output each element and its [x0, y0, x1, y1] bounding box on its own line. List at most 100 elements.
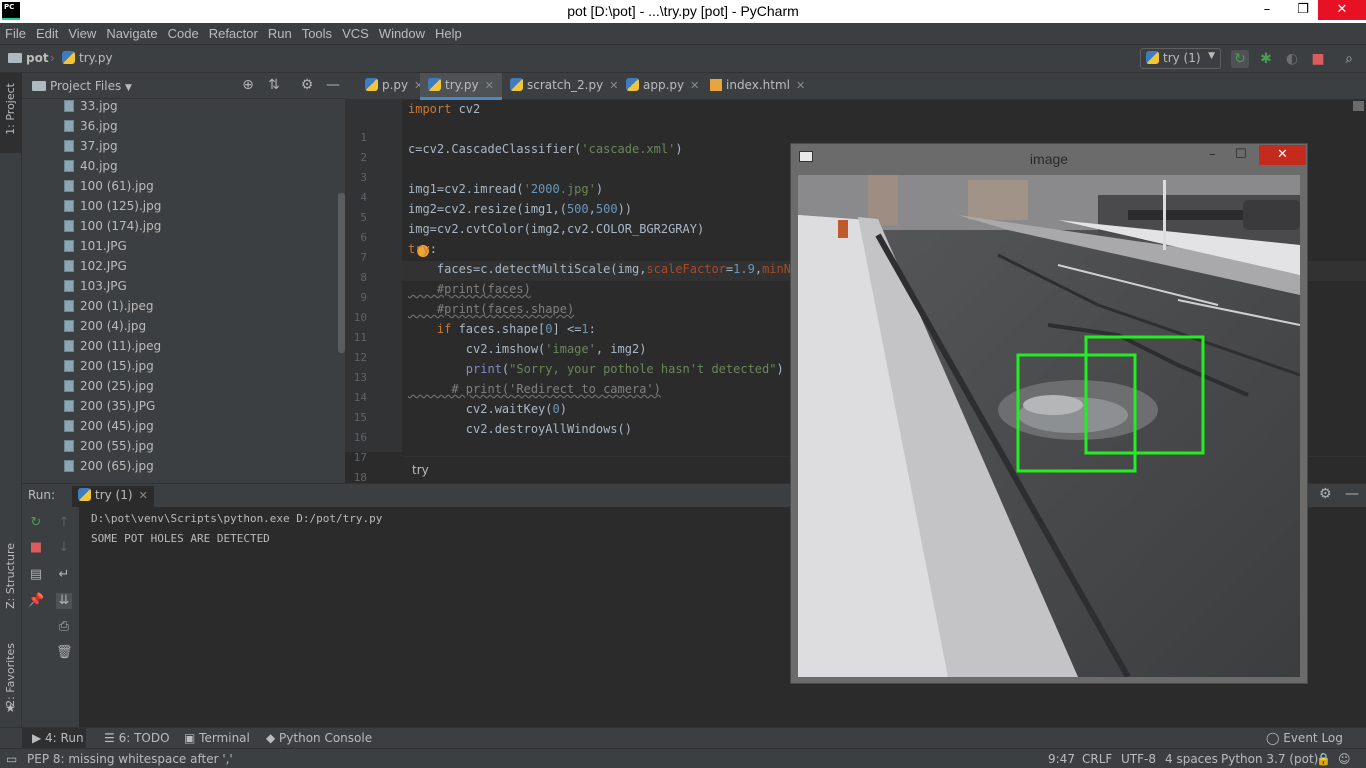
file-item[interactable]: 37.jpg	[64, 136, 118, 156]
menu-help[interactable]: Help	[430, 23, 467, 41]
interpreter-setting[interactable]: Python 3.7 (pot)	[1221, 752, 1318, 766]
close-tab-icon[interactable]: ✕	[139, 489, 148, 502]
minimize-button[interactable]: –	[1209, 147, 1229, 162]
project-scrollbar[interactable]	[338, 193, 345, 353]
file-item[interactable]: 33.jpg	[64, 96, 118, 116]
code-line[interactable]: img1=cv2.imread('2000.jpg')	[408, 182, 603, 196]
run-config-dropdown[interactable]: try (1) ▼	[1140, 48, 1221, 69]
file-item[interactable]: 40.jpg	[64, 156, 118, 176]
structure-tool-tab[interactable]: Z: Structure	[4, 543, 17, 609]
arrow-down-icon[interactable]: ↓	[56, 540, 72, 556]
caret-position[interactable]: 9:47	[1048, 752, 1075, 766]
file-item[interactable]: 36.jpg	[64, 116, 118, 136]
file-item[interactable]: 102.JPG	[64, 256, 127, 276]
tab-index-html[interactable]: index.html ✕	[702, 73, 813, 100]
file-item[interactable]: 200 (55).jpg	[64, 436, 154, 456]
locate-icon[interactable]: ⊕	[239, 77, 257, 95]
rerun-icon[interactable]: ↻	[28, 515, 44, 531]
code-line[interactable]: img2=cv2.resize(img1,(500,500))	[408, 202, 632, 216]
file-item[interactable]: 100 (174).jpg	[64, 216, 161, 236]
file-item[interactable]: 200 (65).jpg	[64, 456, 154, 476]
menu-code[interactable]: Code	[163, 23, 204, 41]
code-line[interactable]: cv2.waitKey(0)	[408, 402, 567, 416]
status-icon[interactable]: ▭	[6, 752, 17, 766]
hide-icon[interactable]: —	[324, 77, 342, 95]
gear-icon[interactable]: ⚙	[1319, 486, 1332, 502]
menu-tools[interactable]: Tools	[297, 23, 337, 41]
code-line[interactable]: cv2.destroyAllWindows()	[408, 422, 632, 436]
code-line[interactable]: cv2.imshow('image', img2)	[408, 342, 647, 356]
terminal-tool-tab[interactable]: ▣ Terminal	[184, 731, 250, 745]
favorites-tool-tab[interactable]: 2: Favorites	[4, 643, 17, 707]
file-item[interactable]: 100 (61).jpg	[64, 176, 154, 196]
code-line[interactable]: faces=c.detectMultiScale(img,scaleFactor…	[408, 262, 820, 276]
code-line[interactable]: # print('Redirect to camera')	[408, 382, 661, 396]
rerun-icon[interactable]: ↻	[1231, 50, 1249, 68]
hide-icon[interactable]: —	[1345, 486, 1359, 502]
maximize-button[interactable]: ❐	[1286, 0, 1320, 22]
menu-run[interactable]: Run	[263, 23, 297, 41]
menu-refactor[interactable]: Refactor	[204, 23, 263, 41]
project-tool-tab[interactable]: 1: Project	[4, 83, 17, 135]
pin-icon[interactable]: 📌	[28, 593, 44, 609]
breadcrumb-project[interactable]: pot	[8, 51, 49, 65]
file-item[interactable]: 103.JPG	[64, 276, 127, 296]
file-item[interactable]: 100 (125).jpg	[64, 196, 161, 216]
file-item[interactable]: 200 (35).JPG	[64, 396, 155, 416]
indent-setting[interactable]: 4 spaces	[1165, 752, 1218, 766]
code-line[interactable]: img=cv2.cvtColor(img2,cv2.COLOR_BGR2GRAY…	[408, 222, 704, 236]
coverage-icon[interactable]: ◐	[1283, 50, 1301, 68]
lock-icon[interactable]: 🔒	[1316, 752, 1331, 766]
soft-wrap-icon[interactable]: ↵	[56, 567, 72, 583]
opencv-image-window[interactable]: image – ☐ ✕	[790, 143, 1308, 684]
code-line[interactable]: if faces.shape[0] <=1:	[408, 322, 596, 336]
code-line[interactable]: #print(faces.shape)	[408, 302, 574, 316]
stop-icon[interactable]: ■	[28, 540, 44, 556]
debug-icon[interactable]: ✱	[1257, 50, 1275, 68]
code-line[interactable]: c=cv2.CascadeClassifier('cascade.xml')	[408, 142, 683, 156]
close-tab-icon[interactable]: ✕	[690, 79, 699, 92]
file-item[interactable]: 200 (11).jpeg	[64, 336, 161, 356]
line-separator[interactable]: CRLF	[1082, 752, 1112, 766]
close-button[interactable]: ✕	[1318, 0, 1366, 20]
file-item[interactable]: 200 (45).jpg	[64, 416, 154, 436]
file-item[interactable]: 200 (1).jpeg	[64, 296, 153, 316]
close-tab-icon[interactable]: ✕	[796, 79, 805, 92]
collapse-icon[interactable]: ⇅	[265, 77, 283, 95]
gear-icon[interactable]: ⚙	[298, 77, 316, 95]
scroll-to-end-icon[interactable]: ⇊	[56, 593, 72, 609]
python-console-tool-tab[interactable]: ◆ Python Console	[266, 731, 372, 745]
breadcrumb-file[interactable]: try.py	[62, 51, 113, 65]
code-line[interactable]: print("Sorry, your pothole hasn't detect…	[408, 362, 784, 376]
todo-tool-tab[interactable]: ☰ 6: TODO	[104, 731, 170, 745]
event-log-tool-tab[interactable]: ◯ Event Log	[1266, 731, 1343, 745]
project-view-dropdown[interactable]: Project Files ▼	[32, 79, 132, 93]
inspector-icon[interactable]: ☺	[1338, 752, 1351, 766]
print-icon[interactable]: ⎙	[56, 619, 72, 635]
code-line[interactable]: import cv2	[408, 102, 480, 116]
code-line[interactable]: #print(faces)	[408, 282, 531, 296]
maximize-button[interactable]: ☐	[1235, 147, 1255, 162]
file-item[interactable]: 200 (25).jpg	[64, 376, 154, 396]
menu-window[interactable]: Window	[374, 23, 430, 41]
layout-icon[interactable]: ▤	[28, 567, 44, 583]
code-line[interactable]: try:	[408, 242, 437, 256]
close-tab-icon[interactable]: ✕	[485, 79, 494, 92]
file-item[interactable]: 101.JPG	[64, 236, 127, 256]
file-encoding[interactable]: UTF-8	[1121, 752, 1156, 766]
menu-edit[interactable]: Edit	[31, 23, 63, 41]
minimize-button[interactable]: –	[1250, 0, 1284, 22]
inspection-indicator[interactable]	[1353, 101, 1364, 111]
trash-icon[interactable]: 🗑	[56, 645, 73, 661]
close-button[interactable]: ✕	[1259, 145, 1306, 165]
stop-icon[interactable]: ■	[1309, 50, 1327, 68]
file-item[interactable]: 200 (15).jpg	[64, 356, 154, 376]
menu-navigate[interactable]: Navigate	[101, 23, 162, 41]
menu-vcs[interactable]: VCS	[337, 23, 374, 41]
tab-app-py[interactable]: app.py ✕	[618, 73, 707, 100]
arrow-up-icon[interactable]: ↑	[56, 515, 72, 531]
menu-file[interactable]: File	[0, 23, 31, 41]
search-icon[interactable]: ⌕	[1340, 50, 1358, 68]
tab-scratch-2-py[interactable]: scratch_2.py ✕	[502, 73, 626, 100]
run-tab[interactable]: try (1) ✕	[72, 486, 154, 507]
